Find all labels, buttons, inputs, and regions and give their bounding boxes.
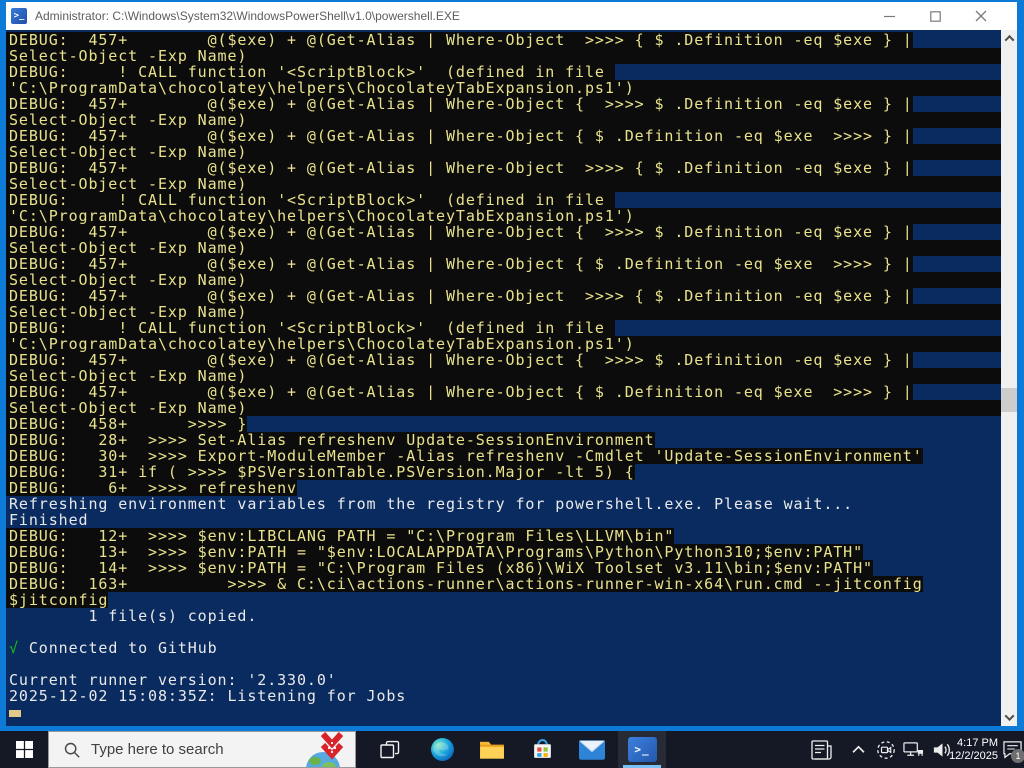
console-line: DEBUG: 12+ >>>> $env:LIBCLANG_PATH = "C:… <box>6 528 1001 544</box>
caption-buttons <box>866 2 1004 30</box>
console-line: DEBUG: 457+ @($exe) + @(Get-Alias | Wher… <box>6 32 1001 48</box>
powershell-window: >_ Administrator: C:\Windows\System32\Wi… <box>0 0 1024 731</box>
chevron-up-tray-icon <box>851 745 865 753</box>
console-line: Refreshing environment variables from th… <box>9 495 854 513</box>
task-view-button[interactable] <box>366 731 414 768</box>
notification-badge: 1 <box>1011 749 1024 763</box>
console-line: DEBUG: 457+ @($exe) + @(Get-Alias | Wher… <box>6 96 1001 112</box>
task-view-icon <box>380 740 400 758</box>
clock[interactable]: 4:17 PM 12/2/2025 <box>938 731 1000 768</box>
folder-icon <box>480 741 504 759</box>
search-icon <box>63 741 81 759</box>
edge-button[interactable] <box>418 731 466 768</box>
console-line: Select-Object -Exp Name) <box>6 240 1001 256</box>
console-line: Select-Object -Exp Name) <box>6 176 1001 192</box>
action-center-button[interactable]: 1 <box>1000 731 1024 768</box>
window-border-top <box>0 0 1024 2</box>
console-line: Select-Object -Exp Name) <box>6 112 1001 128</box>
console-line: DEBUG: ! CALL function '<ScriptBlock>' (… <box>6 192 1001 208</box>
console-line: Select-Object -Exp Name) <box>6 400 1001 416</box>
close-icon <box>975 10 987 22</box>
store-button[interactable] <box>518 731 566 768</box>
window-border-right <box>1017 2 1024 731</box>
console-output[interactable]: DEBUG: 457+ @($exe) + @(Get-Alias | Wher… <box>6 30 1001 726</box>
start-button[interactable] <box>0 731 48 768</box>
search-placeholder: Type here to search <box>91 741 224 758</box>
desktop: >_ Administrator: C:\Windows\System32\Wi… <box>0 0 1024 768</box>
window-border-left <box>0 2 6 731</box>
console-line: DEBUG: 28+ >>>> Set-Alias refreshenv Upd… <box>6 432 1001 448</box>
console-line: DEBUG: 6+ >>>> refreshenv <box>6 480 1001 496</box>
console-line <box>6 704 1001 720</box>
console-line: DEBUG: 30+ >>>> Export-ModuleMember -Ali… <box>6 448 1001 464</box>
close-button[interactable] <box>958 2 1004 30</box>
scroll-up-button[interactable] <box>1001 30 1017 47</box>
maximize-button[interactable] <box>912 2 958 30</box>
chevron-up-icon <box>1004 34 1014 45</box>
tray-expand-button[interactable] <box>845 731 871 768</box>
search-highlights-icon[interactable] <box>299 732 355 767</box>
console-line: √ Connected to GitHub <box>9 639 218 657</box>
meet-now-button[interactable] <box>872 731 899 768</box>
edge-icon <box>430 738 454 761</box>
powershell-button[interactable]: >_ <box>618 731 666 768</box>
maximize-icon <box>929 10 941 22</box>
console-line: DEBUG: 13+ >>>> $env:PATH = "$env:LOCALA… <box>6 544 1001 560</box>
console-cursor <box>9 710 21 717</box>
titlebar[interactable]: >_ Administrator: C:\Windows\System32\Wi… <box>2 2 1022 30</box>
console-line: 'C:\ProgramData\chocolatey\helpers\Choco… <box>6 80 1001 96</box>
mail-button[interactable] <box>568 731 616 768</box>
console-line: 'C:\ProgramData\chocolatey\helpers\Choco… <box>6 336 1001 352</box>
clock-time: 4:17 PM <box>957 736 998 749</box>
console-line: DEBUG: 457+ @($exe) + @(Get-Alias | Wher… <box>6 256 1001 272</box>
console-line: DEBUG: 457+ @($exe) + @(Get-Alias | Wher… <box>6 288 1001 304</box>
console-line: DEBUG: 31+ if ( >>>> $PSVersionTable.PSV… <box>6 464 1001 480</box>
console-line: 1 file(s) copied. <box>9 607 258 625</box>
console-line: DEBUG: 457+ @($exe) + @(Get-Alias | Wher… <box>6 224 1001 240</box>
window-title: Administrator: C:\Windows\System32\Windo… <box>35 9 460 23</box>
console-line: DEBUG: 457+ @($exe) + @(Get-Alias | Wher… <box>6 160 1001 176</box>
powershell-icon: >_ <box>627 737 657 762</box>
console-line: 2025-12-02 15:08:35Z: Listening for Jobs <box>9 687 407 705</box>
meet-now-icon <box>876 740 895 759</box>
console-line: Select-Object -Exp Name) <box>6 368 1001 384</box>
windows-logo-icon <box>15 741 33 758</box>
file-explorer-button[interactable] <box>468 731 516 768</box>
console-line: DEBUG: 458+ >>>> } <box>6 416 1001 432</box>
console-line: Select-Object -Exp Name) <box>6 272 1001 288</box>
network-button[interactable] <box>900 731 927 768</box>
console-line: DEBUG: 14+ >>>> $env:PATH = "C:\Program … <box>6 560 1001 576</box>
clock-date: 12/2/2025 <box>949 749 998 762</box>
scrollbar[interactable] <box>1001 30 1017 726</box>
console-line: DEBUG: 457+ @($exe) + @(Get-Alias | Wher… <box>6 352 1001 368</box>
console-line: Finished <box>9 511 89 529</box>
console-line: Select-Object -Exp Name) <box>6 48 1001 64</box>
console-line: DEBUG: ! CALL function '<ScriptBlock>' (… <box>6 320 1001 336</box>
powershell-titlebar-icon: >_ <box>11 8 27 24</box>
console-line: Current runner version: '2.330.0' <box>9 671 337 689</box>
news-button[interactable] <box>800 731 844 768</box>
taskbar: Type here to search >_ 4:17 PM 12/2/2025… <box>0 731 1024 768</box>
taskbar-search[interactable]: Type here to search <box>48 731 356 768</box>
console-line: Select-Object -Exp Name) <box>6 144 1001 160</box>
scroll-down-button[interactable] <box>1001 709 1017 726</box>
console-line: Select-Object -Exp Name) <box>6 304 1001 320</box>
scroll-thumb[interactable] <box>1001 388 1017 412</box>
minimize-button[interactable] <box>866 2 912 30</box>
network-icon <box>903 741 924 756</box>
console-line: DEBUG: 457+ @($exe) + @(Get-Alias | Wher… <box>6 128 1001 144</box>
news-icon <box>811 739 832 760</box>
mail-icon <box>579 739 605 760</box>
console-line: $jitconfig <box>6 592 1001 608</box>
console-line: 'C:\ProgramData\chocolatey\helpers\Choco… <box>6 208 1001 224</box>
chevron-down-icon <box>1004 711 1014 722</box>
store-icon <box>533 739 551 758</box>
console-line: DEBUG: 457+ @($exe) + @(Get-Alias | Wher… <box>6 384 1001 400</box>
console-line: DEBUG: 163+ >>>> & C:\ci\actions-runner\… <box>6 576 1001 592</box>
console-line: DEBUG: ! CALL function '<ScriptBlock>' (… <box>6 64 1001 80</box>
